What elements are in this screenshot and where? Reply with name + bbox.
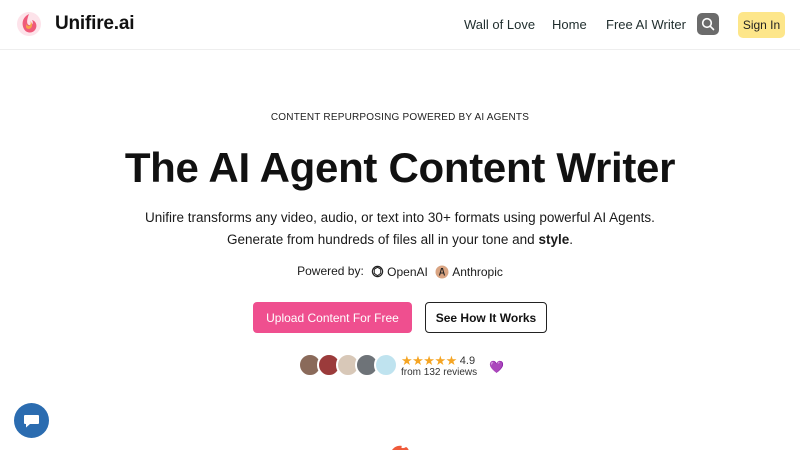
anthropic-icon [435,265,449,279]
subtitle-suffix: . [569,232,573,247]
review-avatars [298,353,398,379]
hero-kicker: CONTENT REPURPOSING POWERED BY AI AGENTS [270,112,530,123]
page-title: The AI Agent Content Writer [124,144,676,191]
heart-icon: 💜 [489,360,504,374]
star-rating-icon: ★★★★★ [401,353,457,368]
unifire-logo-icon[interactable] [16,11,42,37]
chat-button[interactable] [14,403,49,438]
review-count: from 132 reviews [401,367,478,378]
nav-wall-of-love[interactable]: Wall of Love [464,17,535,32]
nav-free-ai-writer[interactable]: Free AI Writer [606,17,686,32]
openai-label: OpenAI [387,264,428,279]
avatar [374,353,398,377]
provider-anthropic: Anthropic [435,265,503,279]
anthropic-label: Anthropic [452,264,503,279]
subtitle-bold-style: style [538,232,570,247]
nav-home[interactable]: Home [552,17,587,32]
chat-bubble-icon [24,415,39,428]
search-icon [701,17,715,31]
powered-by: Powered by: OpenAI Anthropic [0,264,800,279]
openai-icon [371,266,384,278]
rating-score: 4.9 [459,355,476,367]
subtitle-prefix: Generate from hundreds of files all in y… [227,232,539,247]
search-button[interactable] [697,13,719,35]
upload-content-button[interactable]: Upload Content For Free [253,302,412,333]
flame-logo-icon [392,445,409,450]
site-header: Unifire.ai Wall of Love Home Free AI Wri… [0,0,800,50]
see-how-it-works-button[interactable]: See How It Works [425,302,547,333]
hero-subtitle-line1: Unifire transforms any video, audio, or … [145,210,655,225]
sign-in-button[interactable]: Sign In [738,12,785,38]
brand-name[interactable]: Unifire.ai [55,13,135,35]
powered-label: Powered by: [297,264,364,278]
hero-subtitle-line2: Generate from hundreds of files all in y… [0,232,800,247]
provider-openai: OpenAI [371,265,428,279]
